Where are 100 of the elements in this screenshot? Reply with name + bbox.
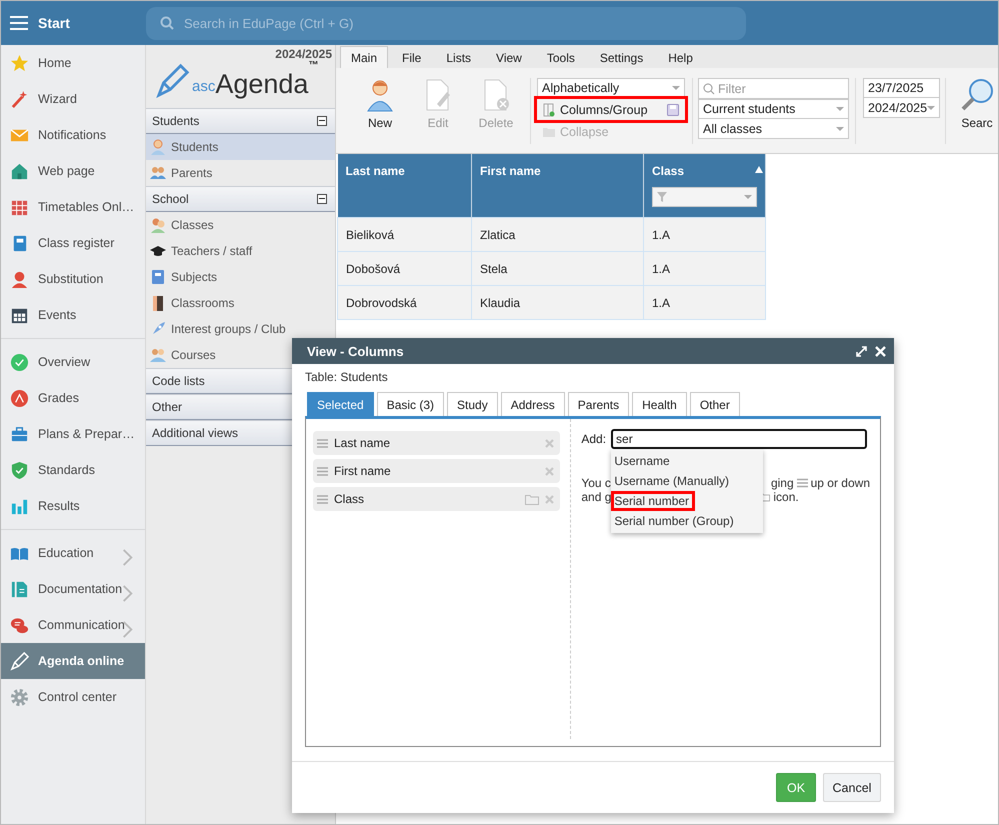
ribbon-tab[interactable]: Lists [435, 46, 482, 68]
gear-icon [10, 688, 29, 706]
table-cell: Dobrovodská [338, 286, 472, 320]
sidebar-item[interactable]: Events [1, 297, 145, 333]
table-cell: Stela [472, 252, 644, 286]
suggestion-item[interactable]: Username (Manually) [611, 471, 732, 491]
nav-item[interactable]: Students [146, 134, 335, 160]
sidebar-item[interactable]: Plans & Prepar… [1, 416, 145, 452]
columns-group-button[interactable]: Columns/Group [537, 99, 685, 120]
column-item[interactable]: Last name [313, 431, 560, 455]
search-icon [160, 16, 174, 30]
nav-item[interactable]: Teachers / staff [146, 238, 335, 264]
nav-item[interactable]: Subjects [146, 264, 335, 290]
dialog-tab[interactable]: Other [690, 392, 740, 416]
toolbar-button[interactable]: New [351, 78, 409, 144]
nav-item[interactable]: Interest groups / Club [146, 316, 335, 342]
sidebar-item[interactable]: Web page [1, 153, 145, 189]
add-label: Add: [581, 432, 606, 446]
student-icon [150, 139, 166, 155]
ribbon-tab[interactable]: View [485, 46, 533, 68]
speech-bubbles-icon [10, 616, 29, 634]
dialog-tab[interactable]: Selected [307, 392, 374, 416]
dialog-tab[interactable]: Health [632, 392, 687, 416]
remove-icon [545, 494, 554, 504]
sidebar-item[interactable]: Control center [1, 679, 145, 715]
drag-handle-icon [796, 478, 808, 488]
sidebar-item[interactable]: Communication [1, 607, 145, 643]
ribbon-tab[interactable]: Tools [536, 46, 586, 68]
person-icon [365, 78, 395, 112]
column-item[interactable]: First name [313, 459, 560, 483]
menu-button[interactable]: Start [1, 1, 146, 45]
suggestion-item[interactable]: Serial number (Group) [611, 511, 737, 531]
book-icon [150, 269, 166, 285]
sort-dropdown[interactable]: Alphabetically [537, 78, 685, 98]
date-field[interactable]: 23/7/2025 [863, 78, 940, 98]
ribbon-tab[interactable]: Main [340, 46, 388, 68]
suggestion-item[interactable]: Serial number [611, 491, 696, 511]
hint-text: You c [581, 476, 611, 490]
sidebar-item[interactable]: Documentation [1, 571, 145, 607]
sidebar-item[interactable]: Grades [1, 380, 145, 416]
dialog-title: View - Columns [307, 344, 405, 358]
ribbon-tab[interactable]: File [391, 46, 432, 68]
door-icon [150, 295, 166, 311]
group-icon [150, 217, 166, 233]
column-header[interactable]: Last name [338, 154, 472, 218]
sidebar-item[interactable]: Wizard [1, 81, 145, 117]
search-button[interactable]: Searc [952, 78, 994, 153]
app-logo: ascAgenda ™ [156, 62, 318, 98]
sidebar-item[interactable]: Timetables Onl… [1, 189, 145, 225]
ribbon-tab[interactable]: Help [657, 46, 704, 68]
year-dropdown[interactable]: 2024/2025 [863, 98, 940, 118]
search-icon [703, 82, 715, 94]
remove-icon [545, 466, 554, 476]
nav-item[interactable]: Parents [146, 160, 335, 186]
shield-icon [10, 460, 29, 480]
status-dropdown[interactable]: Current students [698, 99, 849, 119]
sidebar-item[interactable]: Class register [1, 225, 145, 261]
dialog-tab[interactable]: Parents [568, 392, 630, 416]
add-column-field[interactable]: ser [611, 429, 868, 449]
section-header[interactable]: Students [146, 108, 335, 134]
magic-wand-icon [10, 90, 29, 108]
columns-icon [543, 102, 555, 116]
table-cell: 1.A [644, 286, 766, 320]
parents-icon [150, 165, 166, 181]
class-dropdown[interactable]: All classes [698, 119, 849, 139]
section-header[interactable]: School [146, 186, 335, 212]
group-icon [150, 347, 166, 363]
house-icon [10, 162, 29, 180]
person-icon [10, 270, 29, 288]
sidebar-item[interactable]: Standards [1, 452, 145, 488]
sidebar-item[interactable]: Substitution [1, 261, 145, 297]
sidebar-item[interactable]: Agenda online [1, 643, 145, 679]
table-cell: Bieliková [338, 218, 472, 252]
cancel-button[interactable]: Cancel [823, 773, 881, 802]
sidebar-item[interactable]: Education [1, 535, 145, 571]
drag-handle-icon [317, 438, 328, 448]
column-header[interactable]: Class [644, 154, 766, 218]
table-cell: Klaudia [472, 286, 644, 320]
column-item[interactable]: Class [313, 487, 560, 511]
sidebar-item[interactable]: Notifications [1, 117, 145, 153]
sidebar-item[interactable]: Results [1, 488, 145, 524]
sidebar-item[interactable]: Home [1, 45, 145, 81]
suggestion-item[interactable]: Username [611, 451, 673, 471]
search-icon [960, 78, 994, 112]
graduation-cap-icon [150, 243, 166, 259]
column-header[interactable]: First name [472, 154, 644, 218]
dialog-tab[interactable]: Address [500, 392, 565, 416]
hint-text: icon. [773, 490, 799, 504]
star-icon [10, 54, 29, 72]
column-name: First name [334, 464, 392, 478]
nav-item[interactable]: Classrooms [146, 290, 335, 316]
dialog-tab[interactable]: Basic (3) [376, 392, 444, 416]
dialog-tab[interactable]: Study [447, 392, 498, 416]
column-filter[interactable] [652, 187, 757, 207]
sidebar-item[interactable]: Overview [1, 344, 145, 380]
ribbon-tab[interactable]: Settings [588, 46, 654, 68]
nav-item[interactable]: Classes [146, 212, 335, 238]
school-year: 2024/2025 [275, 47, 332, 61]
remove-icon [545, 438, 554, 448]
drag-handle-icon [317, 494, 328, 504]
